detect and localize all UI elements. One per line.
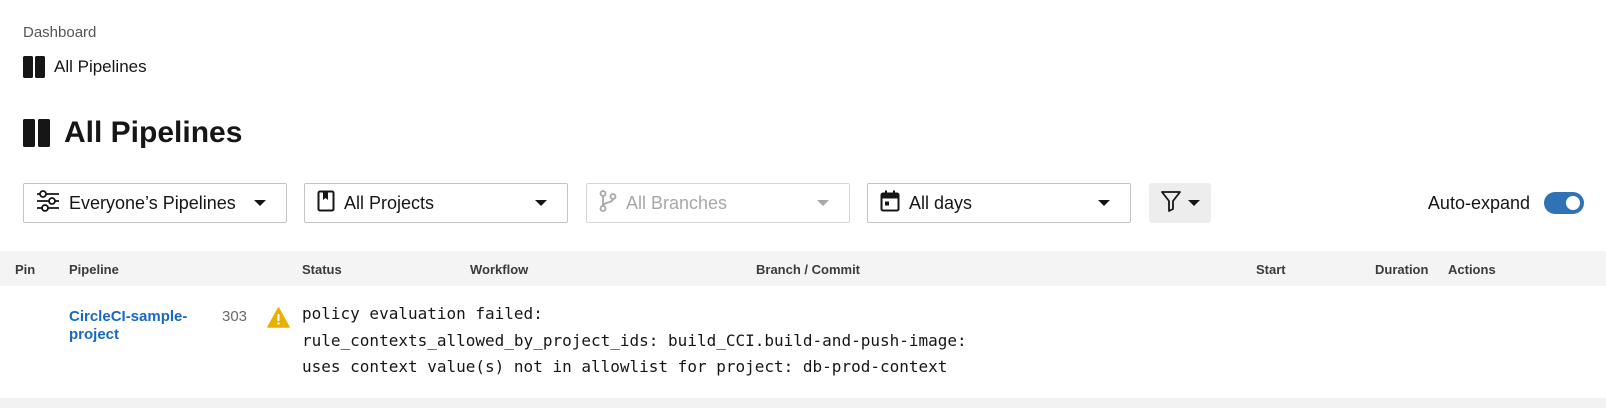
auto-expand-toggle[interactable]: [1544, 192, 1584, 214]
filter-bar: Everyone’s Pipelines All Projects All Br…: [23, 183, 1583, 223]
column-header-workflow: Workflow: [470, 262, 529, 277]
page-title-text: All Pipelines: [64, 116, 243, 149]
chevron-down-icon: [254, 200, 266, 206]
projects-filter-dropdown[interactable]: All Projects: [304, 183, 568, 223]
chevron-down-icon: [1098, 200, 1110, 206]
branches-filter-label: All Branches: [626, 192, 728, 213]
days-filter-label: All days: [909, 192, 973, 213]
row-divider: [0, 398, 1606, 408]
chevron-down-icon: [817, 200, 829, 206]
more-filters-button[interactable]: [1149, 183, 1211, 223]
breadcrumb-current: All Pipelines: [23, 56, 147, 78]
funnel-icon: [1160, 190, 1182, 217]
days-filter-dropdown[interactable]: All days: [867, 183, 1131, 223]
status-error-message: policy evaluation failed: rule_contexts_…: [302, 304, 967, 376]
warning-icon: [267, 307, 290, 333]
pipeline-link[interactable]: CircleCI-sample-project: [69, 308, 199, 344]
pipelines-filter-dropdown[interactable]: Everyone’s Pipelines: [23, 183, 287, 223]
pipeline-number: 303: [222, 308, 248, 325]
column-header-pipeline: Pipeline: [69, 262, 119, 277]
column-header-start: Start: [1256, 262, 1286, 277]
column-header-branch-commit: Branch / Commit: [756, 262, 861, 277]
projects-filter-label: All Projects: [344, 192, 435, 213]
branches-filter-dropdown: All Branches: [586, 183, 850, 223]
chevron-down-icon: [535, 200, 547, 206]
dashboard-icon: [23, 56, 45, 78]
column-header-duration: Duration: [1375, 262, 1429, 277]
auto-expand-label: Auto-expand: [1427, 192, 1530, 213]
git-branch-icon: [599, 189, 617, 217]
table-row: CircleCI-sample-project 303 policy evalu…: [0, 286, 1606, 398]
column-header-status: Status: [302, 262, 342, 277]
breadcrumb[interactable]: Dashboard: [23, 24, 96, 41]
pipelines-filter-label: Everyone’s Pipelines: [69, 192, 236, 213]
sliders-icon: [36, 189, 60, 217]
breadcrumb-current-label: All Pipelines: [54, 57, 147, 76]
column-header-actions: Actions: [1448, 262, 1496, 277]
dashboard-icon: [23, 119, 50, 147]
toggle-knob: [1566, 196, 1580, 210]
page-title: All Pipelines: [23, 116, 242, 150]
column-header-pin: Pin: [15, 262, 36, 277]
bookmark-icon: [317, 190, 335, 217]
auto-expand-control: Auto-expand: [1428, 192, 1584, 214]
chevron-down-icon: [1188, 200, 1200, 206]
calendar-icon: [880, 190, 900, 217]
table-header: Pin Pipeline Status Workflow Branch / Co…: [0, 251, 1606, 286]
